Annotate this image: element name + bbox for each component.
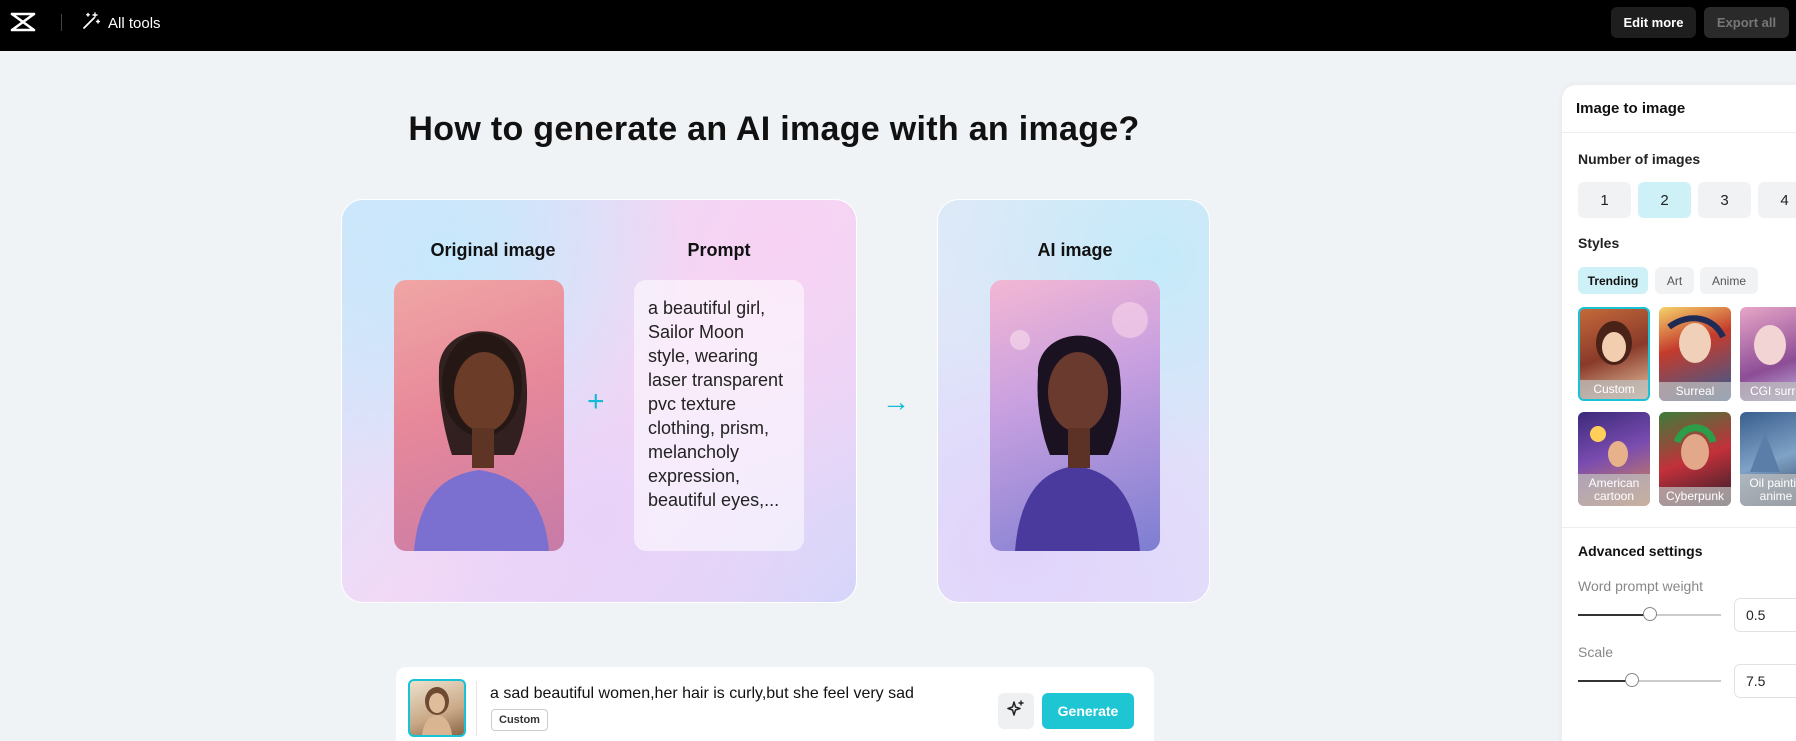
word-prompt-weight-label: Word prompt weight <box>1578 578 1704 594</box>
edit-more-button[interactable]: Edit more <box>1611 7 1696 38</box>
slider-fill <box>1578 614 1650 616</box>
generate-button[interactable]: Generate <box>1042 693 1134 729</box>
enhance-prompt-button[interactable] <box>998 693 1034 729</box>
style-label: American cartoon <box>1578 474 1650 506</box>
style-tag: Custom <box>491 709 548 731</box>
panel-title: Image to image <box>1576 100 1686 117</box>
advanced-settings-label: Advanced settings <box>1578 543 1703 559</box>
number-of-images-label: Number of images <box>1578 151 1701 167</box>
divider <box>476 681 477 736</box>
slider-handle[interactable] <box>1625 673 1639 687</box>
prompt-input[interactable]: a sad beautiful women,her hair is curly,… <box>490 685 914 703</box>
example-prompt-text: a beautiful girl, Sailor Moon style, wea… <box>634 280 804 551</box>
style-custom[interactable]: Custom <box>1578 307 1650 401</box>
style-cyberpunk[interactable]: Cyberpunk <box>1659 412 1731 506</box>
page-title: How to generate an AI image with an imag… <box>408 110 1140 148</box>
slider-fill <box>1578 680 1632 682</box>
uploaded-image-thumbnail[interactable] <box>408 679 466 737</box>
style-cgi-surreal[interactable]: CGI surre <box>1740 307 1796 401</box>
example-output-card: AI image <box>937 199 1210 603</box>
original-image <box>394 280 564 551</box>
num-images-option-3[interactable]: 3 <box>1698 182 1751 218</box>
style-oil-painting-anime[interactable]: Oil paintin anime <box>1740 412 1796 506</box>
style-american-cartoon[interactable]: American cartoon <box>1578 412 1650 506</box>
style-label: Oil paintin anime <box>1740 474 1796 506</box>
original-image-title: Original image <box>430 240 556 260</box>
all-tools-label: All tools <box>108 14 161 32</box>
prompt-title: Prompt <box>687 240 751 260</box>
num-images-option-1[interactable]: 1 <box>1578 182 1631 218</box>
divider <box>1562 132 1796 133</box>
slider-handle[interactable] <box>1643 607 1657 621</box>
num-images-option-2[interactable]: 2 <box>1638 182 1691 218</box>
capcut-logo-icon[interactable] <box>10 11 36 33</box>
styles-label: Styles <box>1578 235 1620 251</box>
plus-icon: + <box>587 385 605 418</box>
scale-slider[interactable] <box>1578 673 1721 687</box>
style-surreal[interactable]: Surreal <box>1659 307 1731 401</box>
scale-input[interactable]: 7.5 <box>1734 664 1796 698</box>
example-input-card: Original image + Prompt a beautiful girl… <box>341 199 857 603</box>
style-label: Cyberpunk <box>1659 487 1731 506</box>
divider <box>61 14 62 31</box>
word-prompt-weight-input[interactable]: 0.5 <box>1734 598 1796 632</box>
divider <box>1562 527 1796 528</box>
num-images-option-4[interactable]: 4 <box>1758 182 1796 218</box>
top-bar: All tools Edit more Export all <box>0 0 1796 51</box>
tab-art[interactable]: Art <box>1655 267 1694 294</box>
tab-anime[interactable]: Anime <box>1700 267 1758 294</box>
magic-wand-icon <box>82 12 101 34</box>
scale-label: Scale <box>1578 644 1614 660</box>
ai-image <box>990 280 1160 551</box>
style-label: Custom <box>1580 380 1648 399</box>
sparkle-icon <box>1006 699 1026 724</box>
tab-trending[interactable]: Trending <box>1578 267 1648 294</box>
word-prompt-weight-slider[interactable] <box>1578 607 1721 621</box>
export-all-button[interactable]: Export all <box>1704 7 1789 38</box>
image-to-image-panel: Image to image Number of images 1 2 3 4 … <box>1562 85 1796 741</box>
prompt-bar: a sad beautiful women,her hair is curly,… <box>396 667 1154 741</box>
ai-image-title: AI image <box>1037 240 1113 260</box>
style-label: CGI surre <box>1740 382 1796 401</box>
all-tools-button[interactable]: All tools <box>82 12 161 34</box>
style-label: Surreal <box>1659 382 1731 401</box>
arrow-right-icon: → <box>882 386 910 417</box>
